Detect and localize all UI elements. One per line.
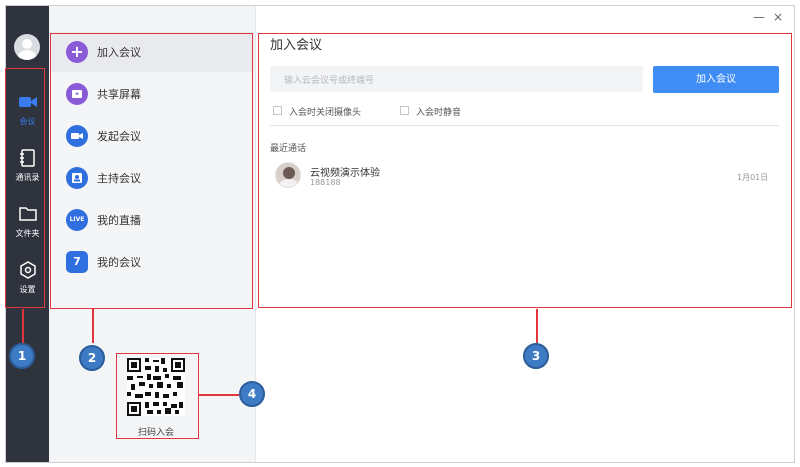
checkbox-box[interactable] — [273, 106, 282, 115]
page-title: 加入会议 — [270, 38, 323, 53]
contact-avatar — [275, 162, 301, 188]
rail-item-label: 文件夹 — [15, 229, 40, 238]
qr-code-label: 扫码入会 — [137, 428, 174, 438]
plus-icon: + — [66, 41, 88, 63]
nav-item-host-meeting[interactable]: 主持会议 — [49, 158, 254, 198]
contacts-icon — [19, 149, 35, 167]
annotation-leader-4 — [199, 394, 239, 396]
rail-item-settings[interactable]: 设置 — [6, 254, 49, 304]
settings-icon — [19, 261, 36, 279]
checkbox-box[interactable] — [400, 106, 409, 115]
rail-item-folder[interactable]: 文件夹 — [6, 198, 49, 248]
rail-item-label: 会议 — [19, 117, 36, 126]
annotation-badge-2: 2 — [79, 345, 105, 371]
meeting-id-input[interactable]: 输入云会议号或终端号 — [270, 66, 643, 92]
nav-item-label: 共享屏幕 — [97, 88, 141, 101]
close-button[interactable]: × — [773, 10, 783, 24]
annotation-leader-3 — [536, 309, 538, 343]
mute-on-join-checkbox[interactable]: 入会时静音 — [400, 104, 490, 118]
annotation-leader-1 — [22, 309, 24, 343]
live-icon: LIVE — [66, 209, 88, 231]
nav-item-my-meetings[interactable]: 7 我的会议 — [49, 242, 254, 282]
rail-item-label: 设置 — [19, 285, 36, 294]
divider — [270, 125, 779, 126]
minimize-button[interactable]: — — [753, 10, 765, 24]
nav-item-join-meeting[interactable]: + 加入会议 — [49, 32, 254, 72]
app-window: 会议 通讯录 文件夹 设置 + 加入会议 共享屏幕 发起会议 主持会议 LIVE… — [5, 5, 795, 463]
rail-item-meeting[interactable]: 会议 — [6, 86, 49, 136]
join-meeting-panel: — × 加入会议 输入云会议号或终端号 加入会议 入会时关闭摄像头 入会时静音 … — [257, 6, 794, 462]
folder-icon — [18, 207, 37, 221]
contact-id: 188188 — [310, 178, 341, 187]
camera-off-checkbox[interactable]: 入会时关闭摄像头 — [273, 104, 393, 118]
annotation-badge-3: 3 — [523, 343, 549, 369]
nav-item-label: 我的会议 — [97, 256, 141, 269]
join-meeting-button[interactable]: 加入会议 — [653, 66, 779, 93]
checkbox-label: 入会时静音 — [416, 108, 462, 118]
checkbox-label: 入会时关闭摄像头 — [289, 108, 362, 118]
nav-item-share-screen[interactable]: 共享屏幕 — [49, 74, 254, 114]
left-rail: 会议 通讯录 文件夹 设置 — [6, 6, 49, 462]
annotation-leader-2 — [92, 309, 94, 343]
annotation-badge-4: 4 — [239, 381, 265, 407]
share-screen-icon — [66, 83, 88, 105]
rail-item-label: 通讯录 — [15, 173, 40, 182]
recent-calls-heading: 最近通话 — [270, 144, 307, 154]
nav-item-label: 加入会议 — [97, 46, 141, 59]
meeting-id-placeholder: 输入云会议号或终端号 — [284, 76, 375, 86]
contact-name: 云视频演示体验 — [310, 168, 380, 179]
nav-item-label: 主持会议 — [97, 172, 141, 185]
qr-code-icon[interactable] — [127, 358, 185, 416]
user-avatar[interactable] — [14, 34, 40, 60]
host-meeting-icon — [66, 167, 88, 189]
video-camera-icon — [18, 97, 37, 107]
nav-item-my-live[interactable]: LIVE 我的直播 — [49, 200, 254, 240]
nav-item-start-meeting[interactable]: 发起会议 — [49, 116, 254, 156]
calendar-icon: 7 — [66, 251, 88, 273]
nav-item-label: 我的直播 — [97, 214, 141, 227]
annotation-badge-1: 1 — [9, 343, 35, 369]
nav-item-label: 发起会议 — [97, 130, 141, 143]
rail-item-contacts[interactable]: 通讯录 — [6, 142, 49, 192]
contact-date: 1月01日 — [737, 173, 769, 182]
video-camera-icon — [66, 125, 88, 147]
